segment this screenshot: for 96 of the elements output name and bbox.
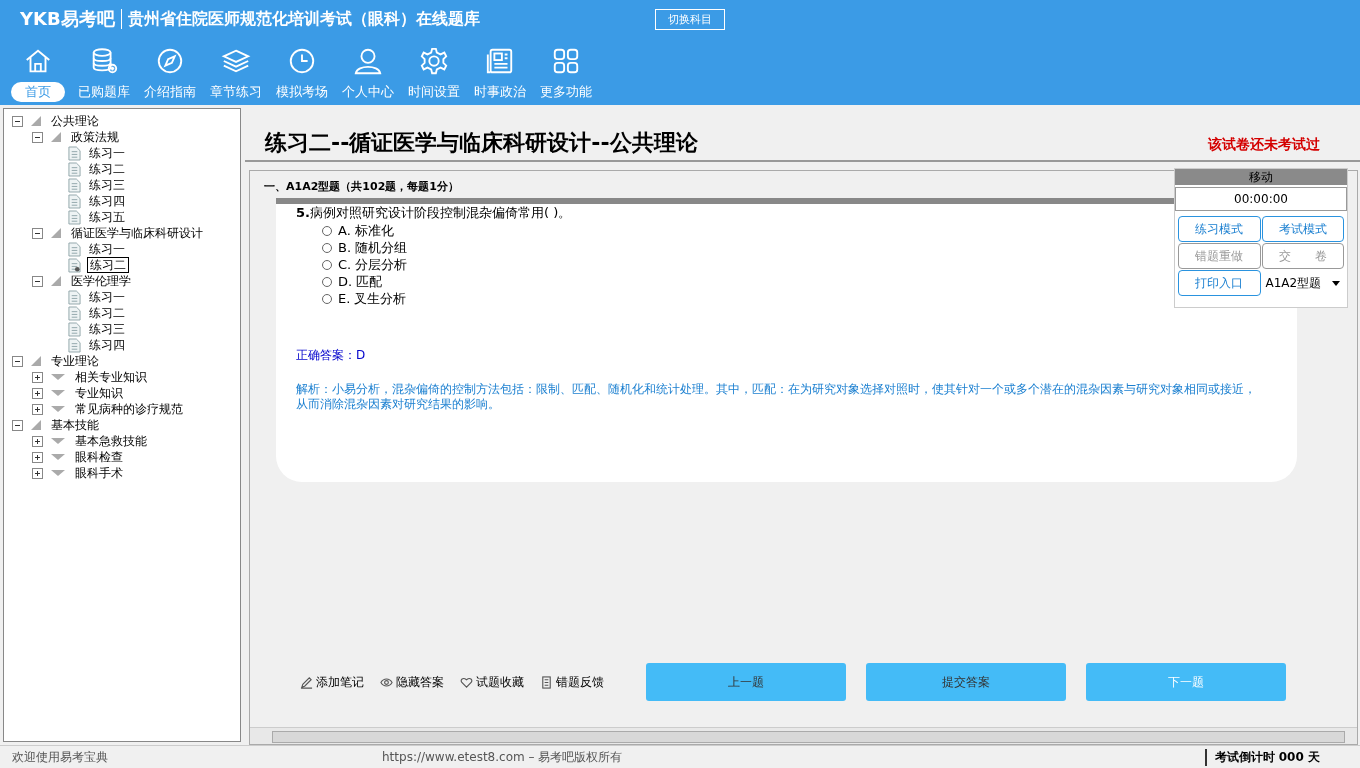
question-type-select[interactable]: A1A2型题: [1261, 270, 1344, 296]
panel-button[interactable]: 练习模式: [1178, 216, 1261, 242]
folder-icon: [51, 454, 65, 460]
option-label[interactable]: D. 匹配: [338, 272, 383, 291]
document-icon: [68, 305, 81, 321]
question-text: 5.病例对照研究设计阶段控制混杂偏倚常用( )。: [296, 204, 573, 222]
tree-item[interactable]: 练习二: [87, 257, 129, 273]
action-button[interactable]: 上一题: [646, 663, 846, 701]
eye-icon[interactable]: [380, 675, 393, 689]
tree-item[interactable]: 练习四: [87, 338, 127, 352]
tree-item[interactable]: 基本技能: [49, 418, 101, 432]
horizontal-scrollbar[interactable]: [250, 727, 1357, 744]
document-icon: [68, 337, 81, 353]
paper-title: 练习二--循证医学与临床科研设计--公共理论: [265, 129, 698, 157]
panel-button[interactable]: 打印入口: [1178, 270, 1261, 296]
heart-icon[interactable]: [460, 675, 473, 689]
tree-item[interactable]: 练习四: [87, 194, 127, 208]
expander-icon[interactable]: [32, 403, 43, 415]
tree-item[interactable]: 练习一: [87, 146, 127, 160]
document-pin-icon: [68, 257, 81, 273]
folder-icon: [51, 390, 65, 396]
tree-item[interactable]: 练习三: [87, 322, 127, 336]
section-heading: 一、A1A2型题（共102题，每题1分）: [264, 179, 459, 194]
document-icon: [68, 321, 81, 337]
radio-button[interactable]: [322, 259, 332, 270]
document-icon: [68, 177, 81, 193]
expander-icon[interactable]: [32, 227, 43, 239]
tree-item[interactable]: 专业知识: [73, 386, 125, 400]
expander-icon[interactable]: [32, 275, 43, 287]
tool-link[interactable]: 错题反馈: [556, 673, 604, 691]
tree-item[interactable]: 眼科检查: [73, 450, 125, 464]
grid-icon[interactable]: [551, 46, 581, 76]
clock-icon[interactable]: [287, 46, 317, 76]
tool-link[interactable]: 试题收藏: [476, 673, 524, 691]
option-label[interactable]: A. 标准化: [338, 221, 394, 240]
tree-item[interactable]: 常见病种的诊疗规范: [73, 402, 185, 416]
tree-item[interactable]: 公共理论: [49, 114, 101, 128]
book-icon[interactable]: [540, 675, 553, 689]
news-icon[interactable]: [485, 46, 515, 76]
document-icon: [68, 193, 81, 209]
document-icon: [68, 209, 81, 225]
expander-icon[interactable]: [32, 371, 43, 383]
expander-icon[interactable]: [32, 435, 43, 447]
tree-item[interactable]: 专业理论: [49, 354, 101, 368]
folder-icon: [51, 438, 65, 444]
tree-item[interactable]: 眼科手术: [73, 466, 125, 480]
panel-header[interactable]: 移动: [1175, 169, 1347, 185]
radio-button[interactable]: [322, 225, 332, 236]
app-title: 贵州省住院医师规范化培训考试（眼科）在线题库: [127, 8, 480, 30]
folder-icon: [51, 470, 65, 476]
expander-icon[interactable]: [32, 451, 43, 463]
radio-button[interactable]: [322, 293, 332, 304]
radio-button[interactable]: [322, 276, 332, 287]
document-icon: [68, 289, 81, 305]
expander-icon[interactable]: [32, 131, 43, 143]
panel-button[interactable]: 考试模式: [1261, 216, 1344, 242]
pencil-icon[interactable]: [300, 675, 313, 689]
tree-item[interactable]: 练习二: [87, 306, 127, 320]
correct-answer: 正确答案：D: [296, 347, 367, 364]
tree-item[interactable]: 练习一: [87, 242, 127, 256]
folder-icon: [51, 374, 65, 380]
radio-button[interactable]: [322, 242, 332, 253]
document-icon: [68, 145, 81, 161]
paper-status: 该试卷还未考试过: [1208, 136, 1320, 154]
tree-item[interactable]: 基本急救技能: [73, 434, 149, 448]
timer-display: 00:00:00: [1175, 187, 1347, 211]
copyright-text: https://www.etest8.com – 易考吧版权所有: [382, 748, 624, 766]
tree-item[interactable]: 练习一: [87, 290, 127, 304]
document-icon: [68, 161, 81, 177]
expander-icon[interactable]: [12, 115, 23, 127]
answer-analysis: 解析：小易分析，混杂偏倚的控制方法包括：限制、匹配、随机化和统计处理。其中，匹配：在为研究对象选择对照时，使其针对一个或多个潜在的混杂因素与研究对象相同或接近，从而消除混杂因素对研究结果的影响。: [296, 382, 1257, 412]
option-label[interactable]: E. 叉生分析: [338, 289, 407, 308]
option-label[interactable]: C. 分层分析: [338, 255, 408, 274]
tree-item[interactable]: 循证医学与临床科研设计: [69, 226, 205, 240]
tree-item[interactable]: 医学伦理学: [69, 274, 133, 288]
folder-icon: [51, 406, 65, 412]
document-icon: [68, 241, 81, 257]
action-button[interactable]: 提交答案: [866, 663, 1066, 701]
tool-link[interactable]: 添加笔记: [316, 673, 364, 691]
tree-item[interactable]: 练习五: [87, 210, 127, 224]
compass-icon[interactable]: [155, 46, 185, 76]
user-icon[interactable]: [353, 46, 383, 76]
expander-icon[interactable]: [12, 355, 23, 367]
tree-item[interactable]: 练习二: [87, 162, 127, 176]
tree-item[interactable]: 相关专业知识: [73, 370, 149, 384]
tool-link[interactable]: 隐藏答案: [396, 673, 444, 691]
tree-item[interactable]: 练习三: [87, 178, 127, 192]
expander-icon[interactable]: [12, 419, 23, 431]
tree-item[interactable]: 政策法规: [69, 130, 121, 144]
option-label[interactable]: B. 随机分组: [338, 238, 408, 257]
welcome-text: 欢迎使用易考宝典: [11, 748, 109, 766]
expander-icon[interactable]: [32, 387, 43, 399]
countdown-text: 考试倒计时 000 天: [1204, 748, 1360, 766]
gear-icon[interactable]: [419, 46, 449, 76]
expander-icon[interactable]: [32, 467, 43, 479]
app-logo: YKB易考吧: [20, 7, 115, 31]
